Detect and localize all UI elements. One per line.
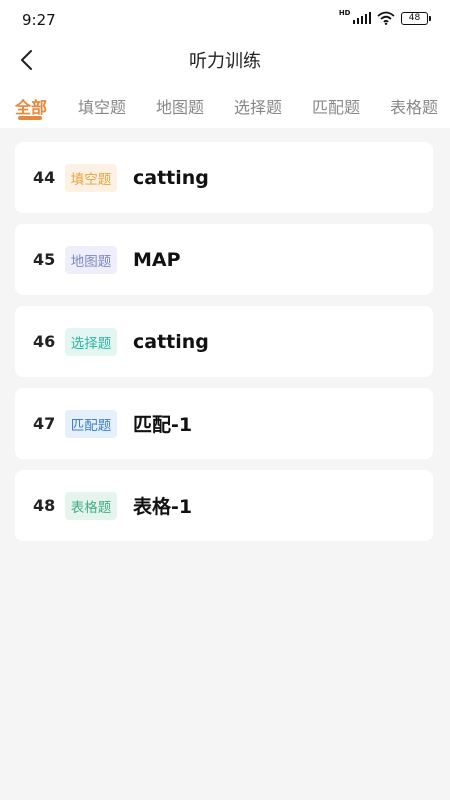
item-tag: 地图题 [65,245,117,274]
item-title: MAP [133,248,181,271]
top-bar: 9:27 HD 48 听力训练 全部 填空题 地图题 选择题 匹配题 表格题 [0,0,450,128]
tab-table[interactable]: 表格题 [390,94,438,118]
item-title: catting [133,166,209,189]
tab-fill-blank[interactable]: 填空题 [78,94,126,118]
nav-bar: 听力训练 [0,40,450,80]
item-tag: 选择题 [65,327,117,356]
hd-label: HD [338,9,351,17]
tab-choice[interactable]: 选择题 [234,94,282,118]
tab-all[interactable]: 全部 [15,94,47,118]
status-icons: HD 48 [338,9,431,25]
item-number: 45 [33,250,56,269]
item-number: 46 [33,332,56,351]
status-bar: 9:27 HD 48 [0,0,450,40]
wifi-icon [377,11,395,25]
list-item[interactable]: 45 地图题 MAP [15,224,433,295]
item-title: catting [133,330,209,353]
exercise-list: 44 填空题 catting 45 地图题 MAP 46 选择题 catting… [15,142,433,552]
item-tag: 表格题 [65,491,117,520]
signal-icon [352,12,371,24]
tab-bar: 全部 填空题 地图题 选择题 匹配题 表格题 [0,88,450,128]
list-item[interactable]: 44 填空题 catting [15,142,433,213]
battery-icon: 48 [401,11,431,25]
item-number: 48 [33,496,56,515]
tab-map[interactable]: 地图题 [156,94,204,118]
item-title: 匹配-1 [133,414,193,436]
page-title: 听力训练 [189,51,261,72]
tab-matching[interactable]: 匹配题 [312,94,360,118]
item-tag: 填空题 [65,163,117,192]
status-time: 9:27 [22,11,56,29]
item-number: 44 [33,168,56,187]
list-item[interactable]: 47 匹配题 匹配-1 [15,388,433,459]
list-item[interactable]: 46 选择题 catting [15,306,433,377]
item-title: 表格-1 [133,496,193,518]
active-tab-indicator [18,116,42,120]
list-item[interactable]: 48 表格题 表格-1 [15,470,433,541]
item-number: 47 [33,414,56,433]
item-tag: 匹配题 [65,409,117,438]
